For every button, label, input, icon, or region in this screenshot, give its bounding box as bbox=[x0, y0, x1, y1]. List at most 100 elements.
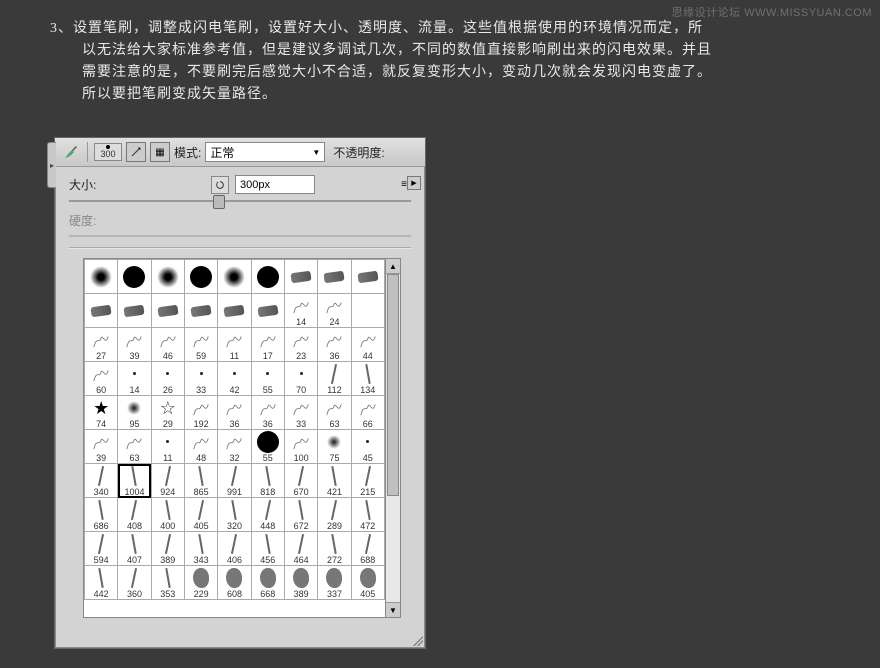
brush-preset-cell[interactable]: 60 bbox=[85, 362, 118, 396]
brush-preset-cell[interactable] bbox=[85, 294, 118, 328]
brush-preset-cell[interactable]: 389 bbox=[151, 532, 184, 566]
brush-preset-cell[interactable]: 421 bbox=[318, 464, 351, 498]
brush-preset-cell[interactable]: 229 bbox=[184, 566, 217, 600]
brush-preset-cell[interactable]: 353 bbox=[151, 566, 184, 600]
brush-preset-cell[interactable]: 668 bbox=[251, 566, 284, 600]
brush-preset-cell[interactable]: 17 bbox=[251, 328, 284, 362]
brush-preset-cell[interactable]: 289 bbox=[318, 498, 351, 532]
brush-preset-cell[interactable] bbox=[351, 294, 384, 328]
brush-preset-cell[interactable]: 688 bbox=[351, 532, 384, 566]
brush-preset-cell[interactable]: ☆29 bbox=[151, 396, 184, 430]
airbrush-toggle[interactable]: ▦ bbox=[150, 142, 170, 162]
brush-preset-cell[interactable]: 1004 bbox=[118, 464, 151, 498]
brush-preset-cell[interactable]: 405 bbox=[351, 566, 384, 600]
brush-preset-cell[interactable]: 448 bbox=[251, 498, 284, 532]
brush-preset-cell[interactable]: 686 bbox=[85, 498, 118, 532]
brush-preset-cell[interactable]: 215 bbox=[351, 464, 384, 498]
brush-preset-cell[interactable] bbox=[118, 294, 151, 328]
brush-preset-cell[interactable]: 670 bbox=[284, 464, 317, 498]
brush-preset-cell[interactable]: 340 bbox=[85, 464, 118, 498]
brush-preset-cell[interactable] bbox=[151, 294, 184, 328]
brush-preset-cell[interactable] bbox=[85, 260, 118, 294]
brush-preset-cell[interactable]: 63 bbox=[318, 396, 351, 430]
brush-preset-cell[interactable]: 23 bbox=[284, 328, 317, 362]
brush-preset-cell[interactable]: 456 bbox=[251, 532, 284, 566]
brush-preset-cell[interactable] bbox=[218, 260, 251, 294]
scroll-down-button[interactable]: ▼ bbox=[386, 602, 400, 617]
brush-preset-cell[interactable]: 472 bbox=[351, 498, 384, 532]
brush-preset-cell[interactable]: 39 bbox=[85, 430, 118, 464]
brush-preset-cell[interactable]: 343 bbox=[184, 532, 217, 566]
brush-preset-cell[interactable] bbox=[151, 260, 184, 294]
brush-preset-cell[interactable] bbox=[184, 294, 217, 328]
brush-preset-cell[interactable]: 818 bbox=[251, 464, 284, 498]
scrollbar-track[interactable] bbox=[386, 274, 400, 602]
brush-preset-cell[interactable]: 112 bbox=[318, 362, 351, 396]
brush-preset-cell[interactable]: 360 bbox=[118, 566, 151, 600]
brush-preset-cell[interactable]: 442 bbox=[85, 566, 118, 600]
scrollbar-thumb[interactable] bbox=[387, 274, 399, 496]
brush-preset-cell[interactable]: 337 bbox=[318, 566, 351, 600]
brush-preset-cell[interactable]: 46 bbox=[151, 328, 184, 362]
brush-preset-cell[interactable]: 14 bbox=[118, 362, 151, 396]
brush-preset-cell[interactable]: 66 bbox=[351, 396, 384, 430]
brush-preset-cell[interactable]: 320 bbox=[218, 498, 251, 532]
size-slider-thumb[interactable] bbox=[213, 195, 225, 209]
resize-grip-icon[interactable] bbox=[413, 636, 423, 646]
brush-preset-cell[interactable]: 408 bbox=[118, 498, 151, 532]
brush-preset-cell[interactable]: 406 bbox=[218, 532, 251, 566]
brush-preset-cell[interactable]: 400 bbox=[151, 498, 184, 532]
brush-preset-cell[interactable]: 33 bbox=[184, 362, 217, 396]
brush-preset-cell[interactable]: 70 bbox=[284, 362, 317, 396]
tablet-pressure-toggle[interactable] bbox=[126, 142, 146, 162]
brush-preset-cell[interactable]: 75 bbox=[318, 430, 351, 464]
brush-preset-cell[interactable]: 36 bbox=[318, 328, 351, 362]
brush-preset-cell[interactable]: 48 bbox=[184, 430, 217, 464]
brush-preset-cell[interactable]: 45 bbox=[351, 430, 384, 464]
brush-preset-cell[interactable]: 36 bbox=[218, 396, 251, 430]
brush-preset-cell[interactable] bbox=[251, 294, 284, 328]
panel-flyout-arrow[interactable]: ▶ bbox=[407, 176, 421, 190]
brush-preset-cell[interactable]: 924 bbox=[151, 464, 184, 498]
brush-preset-cell[interactable]: 95 bbox=[118, 396, 151, 430]
brush-preset-cell[interactable] bbox=[351, 260, 384, 294]
brush-preset-cell[interactable]: 389 bbox=[284, 566, 317, 600]
brush-preset-cell[interactable]: 865 bbox=[184, 464, 217, 498]
brush-preset-cell[interactable]: 11 bbox=[151, 430, 184, 464]
brush-preset-cell[interactable] bbox=[284, 260, 317, 294]
blend-mode-select[interactable]: 正常 ▼ bbox=[205, 142, 325, 162]
brush-tool-icon[interactable] bbox=[59, 141, 81, 163]
brush-preset-cell[interactable]: 407 bbox=[118, 532, 151, 566]
brush-preset-cell[interactable]: 594 bbox=[85, 532, 118, 566]
brush-preset-cell[interactable] bbox=[251, 260, 284, 294]
brush-preset-cell[interactable] bbox=[318, 260, 351, 294]
brush-preset-cell[interactable]: ★74 bbox=[85, 396, 118, 430]
brush-preset-cell[interactable]: 27 bbox=[85, 328, 118, 362]
brush-preset-cell[interactable]: 11 bbox=[218, 328, 251, 362]
brush-preset-cell[interactable]: 44 bbox=[351, 328, 384, 362]
brush-preset-cell[interactable]: 24 bbox=[318, 294, 351, 328]
brush-preset-cell[interactable]: 32 bbox=[218, 430, 251, 464]
brush-preset-cell[interactable]: 134 bbox=[351, 362, 384, 396]
reset-size-button[interactable] bbox=[211, 176, 229, 194]
hardness-slider[interactable] bbox=[69, 235, 411, 237]
brush-preset-cell[interactable] bbox=[218, 294, 251, 328]
brush-preset-cell[interactable]: 991 bbox=[218, 464, 251, 498]
brush-preset-cell[interactable]: 63 bbox=[118, 430, 151, 464]
brush-preset-cell[interactable]: 405 bbox=[184, 498, 217, 532]
brush-preset-cell[interactable]: 672 bbox=[284, 498, 317, 532]
brush-preset-cell[interactable] bbox=[184, 260, 217, 294]
brush-preset-cell[interactable]: 100 bbox=[284, 430, 317, 464]
brush-preset-picker[interactable]: 300 bbox=[94, 143, 122, 161]
brush-preset-cell[interactable]: 192 bbox=[184, 396, 217, 430]
brush-preset-cell[interactable]: 39 bbox=[118, 328, 151, 362]
brush-preset-cell[interactable]: 36 bbox=[251, 396, 284, 430]
brush-preset-cell[interactable]: 608 bbox=[218, 566, 251, 600]
brush-preset-cell[interactable]: 55 bbox=[251, 362, 284, 396]
brush-preset-cell[interactable]: 33 bbox=[284, 396, 317, 430]
brush-size-input[interactable]: 300px bbox=[235, 175, 315, 194]
brush-preset-cell[interactable] bbox=[118, 260, 151, 294]
scroll-up-button[interactable]: ▲ bbox=[386, 259, 400, 274]
brush-preset-cell[interactable]: 14 bbox=[284, 294, 317, 328]
brush-preset-cell[interactable]: 272 bbox=[318, 532, 351, 566]
